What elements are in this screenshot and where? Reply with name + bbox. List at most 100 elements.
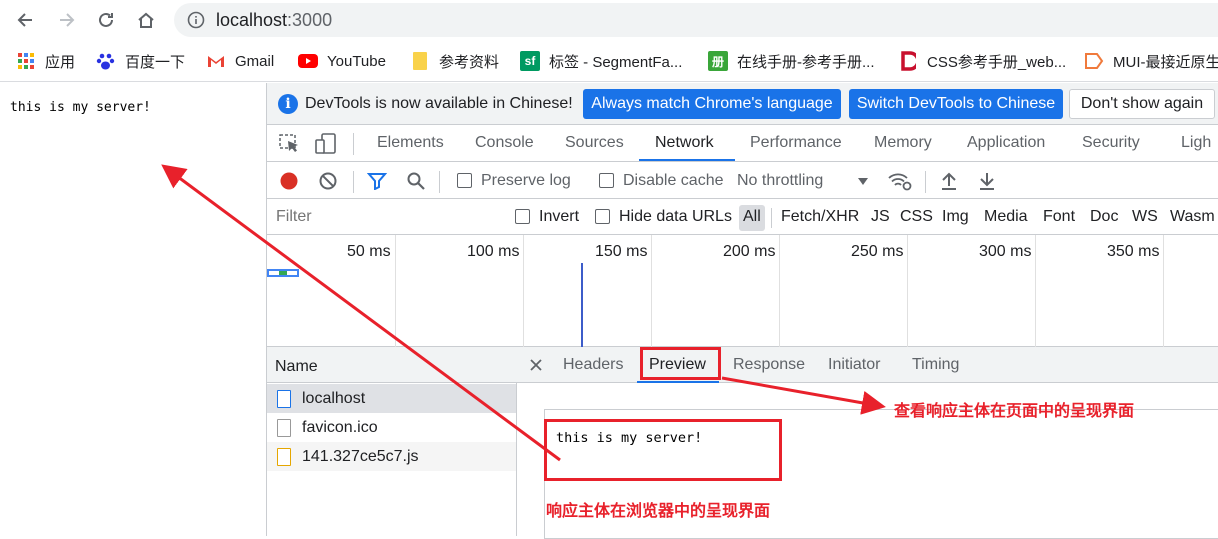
bookmark-baidu[interactable]: 百度一下 [96,50,185,72]
switch-to-chinese-button[interactable]: Switch DevTools to Chinese [849,89,1063,119]
bookmark-mui[interactable]: MUI-最接近原生 [1084,50,1218,72]
network-toolbar: Preserve log Disable cache No throttling [267,163,1218,199]
filter-type-img[interactable]: Img [942,208,969,226]
tab-performance[interactable]: Performance [750,134,842,152]
language-infobar: i DevTools is now available in Chinese! … [267,83,1218,125]
grid-line [907,235,908,347]
tab-response[interactable]: Response [733,356,805,374]
filter-type-ws[interactable]: WS [1132,208,1158,226]
network-conditions-icon[interactable] [887,171,913,191]
request-row-favicon[interactable]: favicon.ico [267,413,516,442]
toolbar-divider [925,171,926,193]
timeline-tick: 300 ms [979,243,1032,260]
filter-type-js[interactable]: JS [871,208,890,226]
timeline-tick: 50 ms [347,243,391,260]
tab-sources[interactable]: Sources [565,134,624,152]
folder-icon [410,51,430,71]
bookmark-folder-reference[interactable]: 参考资料 [410,50,499,72]
chevron-down-icon[interactable] [857,177,869,186]
tab-memory[interactable]: Memory [874,134,932,152]
clear-icon[interactable] [318,171,338,191]
filter-type-media[interactable]: Media [984,208,1028,226]
filter-type-doc[interactable]: Doc [1090,208,1118,226]
script-file-icon [277,447,291,466]
filter-input[interactable] [271,204,497,230]
address-bar[interactable]: localhost:3000 [174,3,1218,37]
home-button[interactable] [132,6,160,34]
dont-show-again-button[interactable]: Don't show again [1069,89,1215,119]
bookmarks-bar: 应用 百度一下 Gmail YouTube 参考资料 sf 标签 - Segme… [0,40,1218,82]
grid-line [1163,235,1164,347]
active-tab-indicator [639,159,735,161]
device-toolbar-icon[interactable] [315,133,337,155]
hide-data-urls-label: Hide data URLs [619,208,732,225]
always-match-language-button[interactable]: Always match Chrome's language [583,89,841,119]
disable-cache-label: Disable cache [623,172,724,189]
close-icon[interactable] [530,359,542,371]
request-row-localhost[interactable]: localhost [267,384,516,413]
disable-cache-checkbox[interactable] [599,173,614,188]
bookmark-apps[interactable]: 应用 [16,50,75,72]
bookmark-label: 标签 - SegmentFa... [549,53,683,71]
bookmark-youtube[interactable]: YouTube [298,50,386,72]
tab-security[interactable]: Security [1082,134,1140,152]
tab-timing[interactable]: Timing [912,356,959,374]
grid-line [395,235,396,347]
forward-arrow-icon [60,13,75,27]
name-column-header[interactable]: Name [267,347,517,383]
url-text: localhost:3000 [216,10,332,31]
tab-lighthouse[interactable]: Ligh [1181,134,1211,152]
toolbar-divider [439,171,440,193]
preview-tab-highlight [640,347,721,380]
timeline-tick: 100 ms [467,243,520,260]
filter-funnel-icon[interactable] [367,172,387,190]
gmail-icon [206,51,226,71]
import-har-icon[interactable] [939,171,959,191]
reload-button[interactable] [92,6,120,34]
preserve-log-checkbox[interactable] [457,173,472,188]
timeline-tick: 200 ms [723,243,776,260]
reload-icon [99,12,113,27]
bookmark-css-manual[interactable]: CSS参考手册_web... [898,50,1066,72]
bookmark-manual[interactable]: 册 在线手册-参考手册... [708,50,875,72]
inspect-element-icon[interactable] [279,134,301,154]
tab-network[interactable]: Network [655,134,714,152]
search-icon[interactable] [406,171,426,191]
hide-data-urls-checkbox[interactable] [595,209,610,224]
bookmark-label: 应用 [45,53,76,71]
home-icon [138,12,154,28]
bookmark-gmail[interactable]: Gmail [206,50,274,72]
detail-tabbar: Headers Preview Response Initiator Timin… [517,347,1218,383]
devtools-tabbar: Elements Console Sources Network Perform… [267,125,1218,162]
throttling-select[interactable]: No throttling [737,172,823,190]
timeline-tick: 250 ms [851,243,904,260]
request-row-script[interactable]: 141.327ce5c7.js [267,442,516,471]
filter-type-all[interactable]: All [743,208,761,226]
preview-content-highlight [544,419,782,481]
export-har-icon[interactable] [977,171,997,191]
network-overview-timeline[interactable]: 50 ms 100 ms 150 ms 200 ms 250 ms 300 ms… [267,235,1218,347]
filter-type-fetch-xhr[interactable]: Fetch/XHR [781,208,859,226]
page-body-text: this is my server! [10,100,151,115]
forward-button[interactable] [52,6,80,34]
filter-type-css[interactable]: CSS [900,208,933,226]
name-header-label: Name [275,358,318,375]
tab-console[interactable]: Console [475,134,534,152]
record-icon[interactable] [279,171,299,191]
tab-headers[interactable]: Headers [563,356,623,374]
filter-type-font[interactable]: Font [1043,208,1075,226]
bookmark-segmentfault[interactable]: sf 标签 - SegmentFa... [520,50,682,72]
grid-line [1035,235,1036,347]
toolbar-divider [353,171,354,193]
request-name: 141.327ce5c7.js [302,447,419,465]
info-icon[interactable] [187,11,205,29]
invert-checkbox[interactable] [515,209,530,224]
back-button[interactable] [12,6,40,34]
tab-application[interactable]: Application [967,134,1045,152]
tab-initiator[interactable]: Initiator [828,356,880,374]
timeline-tick: 350 ms [1107,243,1160,260]
tab-elements[interactable]: Elements [377,134,444,152]
infobar-message: DevTools is now available in Chinese! [305,95,573,112]
filter-type-wasm[interactable]: Wasm [1170,208,1215,226]
document-file-icon [277,389,291,408]
